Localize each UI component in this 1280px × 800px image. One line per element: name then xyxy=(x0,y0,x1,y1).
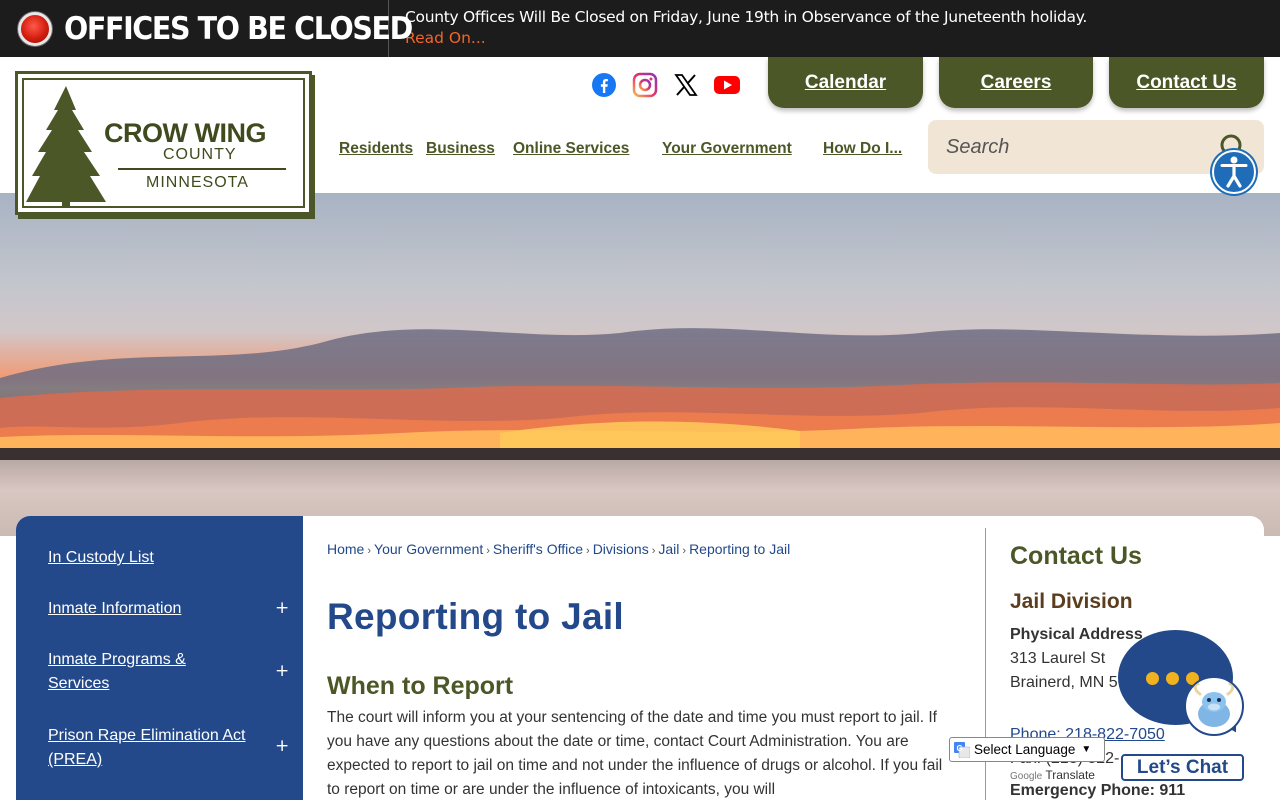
breadcrumb-current: Reporting to Jail xyxy=(689,541,791,557)
breadcrumb-home[interactable]: Home xyxy=(327,541,364,557)
alert-read-on-link[interactable]: Read On... xyxy=(405,27,486,49)
contact-title: Contact Us xyxy=(1010,542,1142,570)
breadcrumb-jail[interactable]: Jail xyxy=(658,541,679,557)
breadcrumb-separator: › xyxy=(367,545,372,557)
sidebar-item-in-custody-list[interactable]: In Custody List xyxy=(48,546,278,570)
expand-plus-icon[interactable]: + xyxy=(275,661,289,681)
county-logo[interactable]: CROW WING COUNTY MINNESOTA xyxy=(15,71,312,215)
breadcrumb-sheriffs-office[interactable]: Sheriff's Office xyxy=(493,541,583,557)
search-input[interactable] xyxy=(946,133,1206,161)
page-title: Reporting to Jail xyxy=(327,596,624,637)
logo-subtitle: COUNTY xyxy=(163,146,237,163)
google-translate-icon: G xyxy=(954,741,970,758)
breadcrumb: Home › Your Government › Sheriff's Office › Di… xyxy=(327,541,790,557)
chat-widget[interactable]: Let’s Chat xyxy=(1116,630,1249,782)
breadcrumb-separator: › xyxy=(682,545,687,557)
main-content: Home › Your Government › Sheriff's Office › Di… xyxy=(303,516,985,800)
expand-plus-icon[interactable]: + xyxy=(275,598,289,618)
sunset-lake-image xyxy=(0,193,1280,536)
address-line-1: 313 Laurel St xyxy=(1010,650,1106,667)
breadcrumb-separator: › xyxy=(651,545,656,557)
logo-state: MINNESOTA xyxy=(146,174,249,191)
expand-plus-icon[interactable]: + xyxy=(275,736,289,756)
typing-dot-icon xyxy=(1146,672,1159,685)
nav-business[interactable]: Business xyxy=(426,140,495,158)
instagram-icon[interactable] xyxy=(631,71,659,99)
youtube-icon[interactable] xyxy=(713,71,741,99)
alert-body: County Offices Will Be Closed on Friday,… xyxy=(389,0,1087,57)
sidebar-item-inmate-information[interactable]: Inmate Information xyxy=(48,597,278,621)
language-select-label: Select Language xyxy=(974,742,1076,757)
x-icon[interactable] xyxy=(672,71,700,99)
body-paragraph: The court will inform you at your senten… xyxy=(327,709,943,798)
nav-how-do-i[interactable]: How Do I... xyxy=(823,140,902,158)
nav-online-services[interactable]: Online Services xyxy=(513,140,629,158)
sidebar-nav: In Custody List Inmate Information + Inm… xyxy=(16,516,303,800)
translate-label: Translate xyxy=(1045,768,1095,782)
careers-button[interactable]: Careers xyxy=(939,57,1093,108)
hero-banner-image xyxy=(0,193,1280,536)
calendar-button[interactable]: Calendar xyxy=(768,57,923,108)
lets-chat-button[interactable]: Let’s Chat xyxy=(1121,754,1244,781)
chat-mascot-avatar xyxy=(1184,676,1244,736)
breadcrumb-divisions[interactable]: Divisions xyxy=(593,541,649,557)
google-translate-widget: G Select Language ▼ Google Translate xyxy=(949,735,1107,782)
alert-header: OFFICES TO BE CLOSED xyxy=(0,0,413,57)
breadcrumb-your-government[interactable]: Your Government xyxy=(374,541,483,557)
contact-division: Jail Division xyxy=(1010,590,1133,613)
breadcrumb-separator: › xyxy=(586,545,590,557)
alert-title: OFFICES TO BE CLOSED xyxy=(64,10,413,47)
typing-dot-icon xyxy=(1166,672,1179,685)
breadcrumb-separator: › xyxy=(486,545,490,557)
emergency-phone: Emergency Phone: 911 xyxy=(1010,782,1186,799)
svg-text:G: G xyxy=(957,744,963,753)
chevron-down-icon: ▼ xyxy=(1081,744,1092,755)
sidebar-item-inmate-programs[interactable]: Inmate Programs & Services xyxy=(48,648,248,696)
sidebar-item-prea[interactable]: Prison Rape Elimination Act (PREA) xyxy=(48,724,268,772)
alert-bar: OFFICES TO BE CLOSED County Offices Will… xyxy=(0,0,1280,57)
contact-us-button[interactable]: Contact Us xyxy=(1109,57,1264,108)
site-header: CROW WING COUNTY MINNESOTA Calendar Care… xyxy=(0,57,1280,215)
facebook-icon[interactable] xyxy=(590,71,618,99)
alert-indicator-icon xyxy=(18,11,52,46)
section-title: When to Report xyxy=(327,672,514,700)
language-select[interactable]: G Select Language ▼ xyxy=(949,737,1105,762)
logo-title: CROW WING xyxy=(104,118,266,148)
logo-rule xyxy=(118,168,286,170)
nav-residents[interactable]: Residents xyxy=(339,140,413,158)
address-line-2: Brainerd, MN 5 xyxy=(1010,674,1118,691)
powered-by-google: Google Translate xyxy=(1010,768,1095,782)
google-label: Google xyxy=(1010,771,1043,782)
ox-mascot-icon xyxy=(1193,682,1235,727)
pine-tree-icon xyxy=(26,86,106,208)
accessibility-icon[interactable] xyxy=(1212,150,1256,194)
nav-your-government[interactable]: Your Government xyxy=(662,140,792,158)
alert-message: County Offices Will Be Closed on Friday,… xyxy=(405,8,1088,26)
